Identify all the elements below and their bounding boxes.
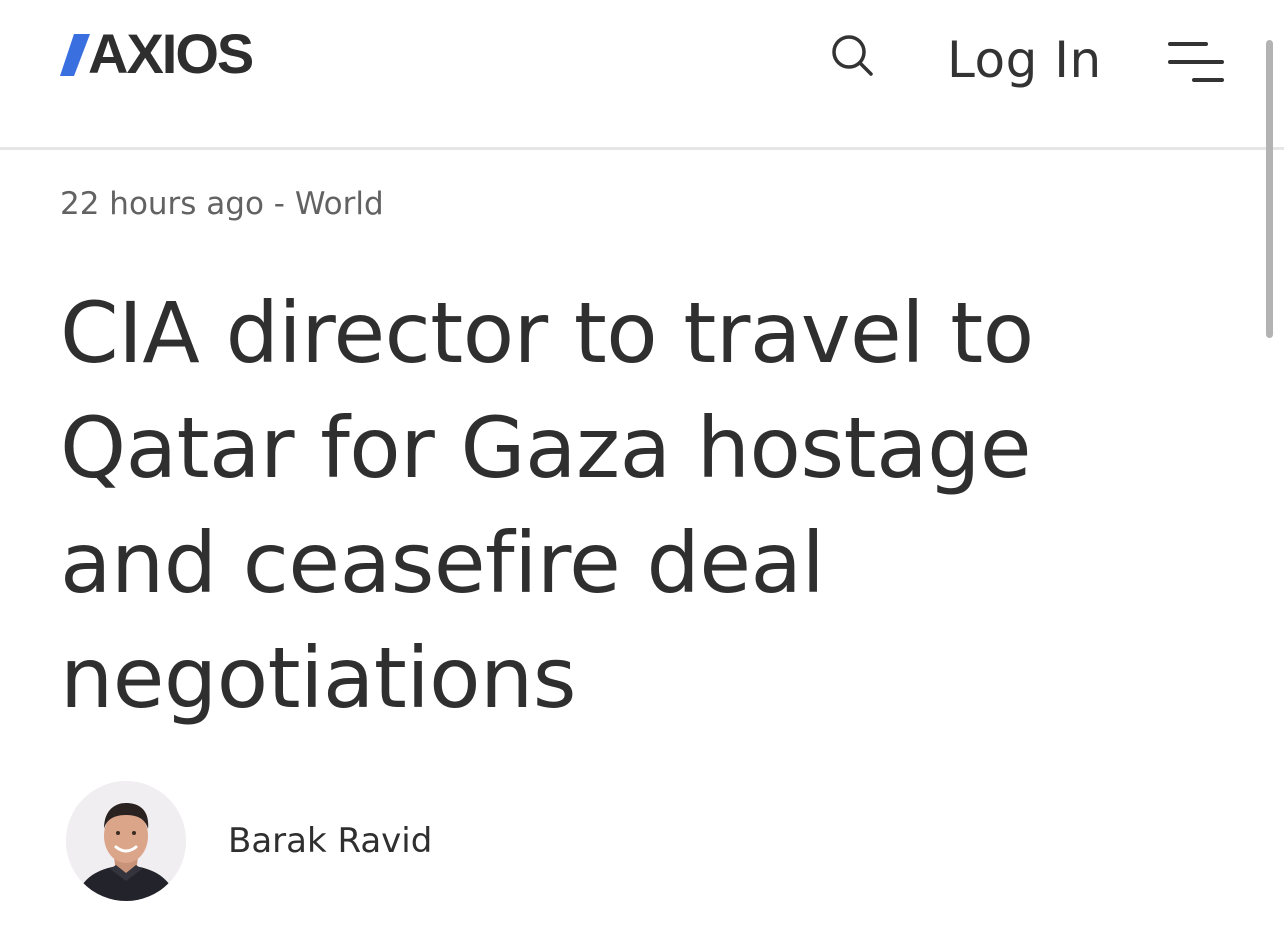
search-button[interactable] [826, 30, 878, 82]
login-button[interactable]: Log In [947, 30, 1102, 90]
author-name[interactable]: Barak Ravid [228, 821, 432, 861]
article-meta: 22 hours ago - World [60, 186, 384, 222]
article-headline: CIA director to travel to Qatar for Gaza… [60, 284, 1034, 727]
logo-wordmark: AXIOS [88, 22, 254, 85]
page-scrollbar[interactable] [1266, 40, 1273, 338]
search-icon [832, 35, 873, 76]
author-avatar[interactable] [66, 781, 186, 901]
axios-logo[interactable]: AXIOS [60, 22, 255, 85]
menu-button[interactable] [1166, 40, 1226, 86]
author-photo-icon [66, 781, 186, 901]
hamburger-menu-icon [1168, 42, 1224, 82]
byline: Barak Ravid [66, 780, 432, 902]
site-header: AXIOS Log In [0, 0, 1284, 150]
